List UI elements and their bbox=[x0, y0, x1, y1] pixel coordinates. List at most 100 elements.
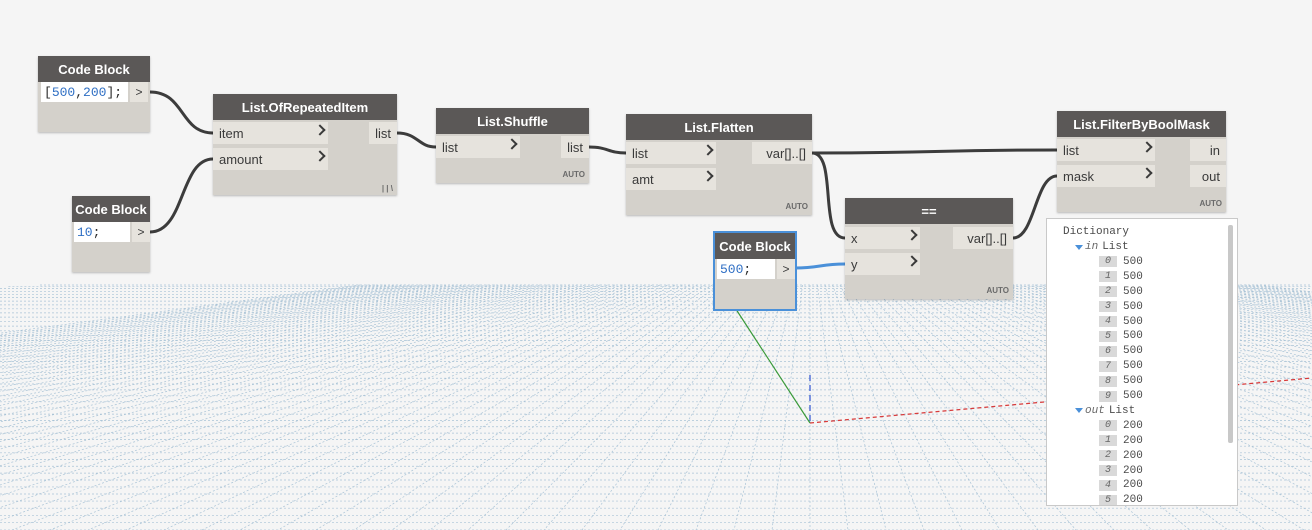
code-number: 10 bbox=[77, 224, 93, 240]
preview-value: 200 bbox=[1123, 419, 1143, 432]
preview-list-item: 5 500 bbox=[1099, 329, 1143, 343]
preview-index: 7 bbox=[1099, 360, 1117, 372]
expand-triangle-icon[interactable] bbox=[1075, 244, 1083, 250]
port-label: x bbox=[851, 230, 858, 246]
preview-list-item: 1 500 bbox=[1099, 270, 1143, 284]
preview-value: 200 bbox=[1123, 434, 1143, 447]
code-block-node-1[interactable]: Code Block [500, 200]; > bbox=[38, 56, 150, 132]
preview-value: 200 bbox=[1123, 494, 1143, 506]
preview-list-item: 3 200 bbox=[1099, 464, 1143, 478]
preview-list-item: 2 500 bbox=[1099, 285, 1143, 299]
preview-index: 4 bbox=[1099, 479, 1117, 491]
output-port-var[interactable]: var[]..[] bbox=[752, 142, 812, 164]
code-number: 200 bbox=[83, 84, 107, 100]
preview-index: 5 bbox=[1099, 330, 1117, 342]
port-label: amt bbox=[632, 171, 654, 187]
port-label: amount bbox=[219, 151, 263, 167]
port-label: list bbox=[1063, 142, 1079, 158]
preview-index: 3 bbox=[1099, 301, 1117, 313]
input-port-amt[interactable]: amt bbox=[626, 168, 716, 190]
preview-index: 6 bbox=[1099, 345, 1117, 357]
chevron-right-icon bbox=[314, 124, 326, 136]
lacing-indicator[interactable]: AUTO bbox=[562, 170, 585, 179]
output-port-in[interactable]: in bbox=[1190, 139, 1226, 161]
preview-index: 2 bbox=[1099, 286, 1117, 298]
chevron-right-icon bbox=[314, 150, 326, 162]
expand-triangle-icon[interactable] bbox=[1075, 408, 1083, 414]
equals-node[interactable]: == x y var[]..[] AUTO bbox=[845, 198, 1013, 299]
output-port-var[interactable]: var[]..[] bbox=[953, 227, 1013, 249]
input-port-y[interactable]: y bbox=[845, 253, 920, 275]
code-bracket: [ bbox=[44, 84, 52, 100]
chevron-right-icon bbox=[506, 138, 518, 150]
preview-index: 0 bbox=[1099, 256, 1117, 268]
preview-group-header[interactable]: out List bbox=[1075, 404, 1135, 418]
preview-value: 500 bbox=[1123, 375, 1143, 388]
preview-root: Dictionary bbox=[1063, 226, 1130, 238]
output-port-out[interactable]: out bbox=[1190, 165, 1226, 187]
port-label: list bbox=[632, 145, 648, 161]
output-port[interactable]: > bbox=[132, 222, 150, 242]
output-port-list[interactable]: list bbox=[369, 122, 397, 144]
grid-column-line bbox=[854, 284, 1039, 530]
lacing-indicator[interactable]: AUTO bbox=[785, 202, 808, 211]
grid-column-line bbox=[201, 284, 691, 530]
list-filter-by-bool-mask-node[interactable]: List.FilterByBoolMask list mask in out A… bbox=[1057, 111, 1226, 212]
graph-canvas[interactable]: Code Block [500, 200]; > Code Block 10; >… bbox=[0, 0, 1312, 530]
grid-column-line bbox=[0, 284, 391, 342]
input-port-list[interactable]: list bbox=[436, 136, 520, 158]
output-port[interactable]: > bbox=[130, 82, 148, 102]
preview-list-item: 0 500 bbox=[1099, 255, 1143, 269]
preview-list-item: 1 200 bbox=[1099, 434, 1143, 448]
code-block-node-3[interactable]: Code Block 500; > bbox=[713, 231, 797, 311]
node-title: Code Block bbox=[72, 196, 150, 222]
grid-column-line bbox=[0, 284, 631, 497]
input-port-mask[interactable]: mask bbox=[1057, 165, 1155, 187]
input-port-amount[interactable]: amount bbox=[213, 148, 328, 170]
node-title: List.Flatten bbox=[626, 114, 812, 140]
node-title: List.FilterByBoolMask bbox=[1057, 111, 1226, 137]
preview-key: out bbox=[1085, 404, 1105, 417]
preview-group-header[interactable]: in List bbox=[1075, 240, 1129, 254]
grid-column-line bbox=[277, 284, 706, 530]
code-block-node-2[interactable]: Code Block 10; > bbox=[72, 196, 150, 272]
watch-preview-panel[interactable]: Dictionary in List 0 500 1 500 2 500 3 500 4 500 5 50… bbox=[1046, 218, 1238, 506]
grid-column-line bbox=[0, 284, 503, 384]
preview-list-item: 2 200 bbox=[1099, 449, 1143, 463]
preview-list-item: 8 500 bbox=[1099, 374, 1143, 388]
input-port-list[interactable]: list bbox=[626, 142, 716, 164]
list-flatten-node[interactable]: List.Flatten list amt var[]..[] AUTO bbox=[626, 114, 812, 215]
output-port-list[interactable]: list bbox=[561, 136, 589, 158]
preview-list-item: 0 200 bbox=[1099, 419, 1143, 433]
code-input[interactable]: 10; bbox=[74, 222, 130, 242]
preview-index: 4 bbox=[1099, 316, 1117, 327]
code-number: 500 bbox=[51, 84, 76, 100]
input-port-x[interactable]: x bbox=[845, 227, 920, 249]
lacing-indicator[interactable]: AUTO bbox=[1199, 199, 1222, 208]
code-terminator: ; bbox=[743, 261, 752, 277]
list-shuffle-node[interactable]: List.Shuffle list list AUTO bbox=[436, 108, 589, 183]
input-port-list[interactable]: list bbox=[1057, 139, 1155, 161]
code-input[interactable]: [500, 200]; bbox=[41, 82, 128, 102]
code-number: 500 bbox=[720, 261, 744, 277]
node-title: == bbox=[845, 198, 1013, 224]
node-title: Code Block bbox=[715, 233, 795, 259]
lacing-indicator[interactable]: AUTO bbox=[986, 286, 1009, 295]
code-input[interactable]: 500; bbox=[717, 259, 775, 279]
port-label: y bbox=[851, 256, 858, 272]
list-of-repeated-item-node[interactable]: List.OfRepeatedItem item amount list | |… bbox=[213, 94, 397, 195]
preview-index: 3 bbox=[1099, 465, 1117, 476]
input-port-item[interactable]: item bbox=[213, 122, 328, 144]
scrollbar[interactable] bbox=[1228, 225, 1233, 443]
preview-list-item: 9 500 bbox=[1099, 389, 1143, 403]
preview-list-item: 7 500 bbox=[1099, 359, 1143, 373]
preview-type: List bbox=[1102, 241, 1129, 253]
preview-value: 500 bbox=[1123, 360, 1143, 373]
lacing-indicator[interactable]: | | \ bbox=[382, 184, 393, 193]
port-label: mask bbox=[1063, 168, 1095, 184]
preview-value: 200 bbox=[1123, 449, 1143, 462]
preview-index: 0 bbox=[1099, 420, 1117, 432]
preview-index: 1 bbox=[1099, 271, 1117, 283]
preview-key: in bbox=[1085, 241, 1099, 253]
output-port[interactable]: > bbox=[777, 259, 795, 279]
